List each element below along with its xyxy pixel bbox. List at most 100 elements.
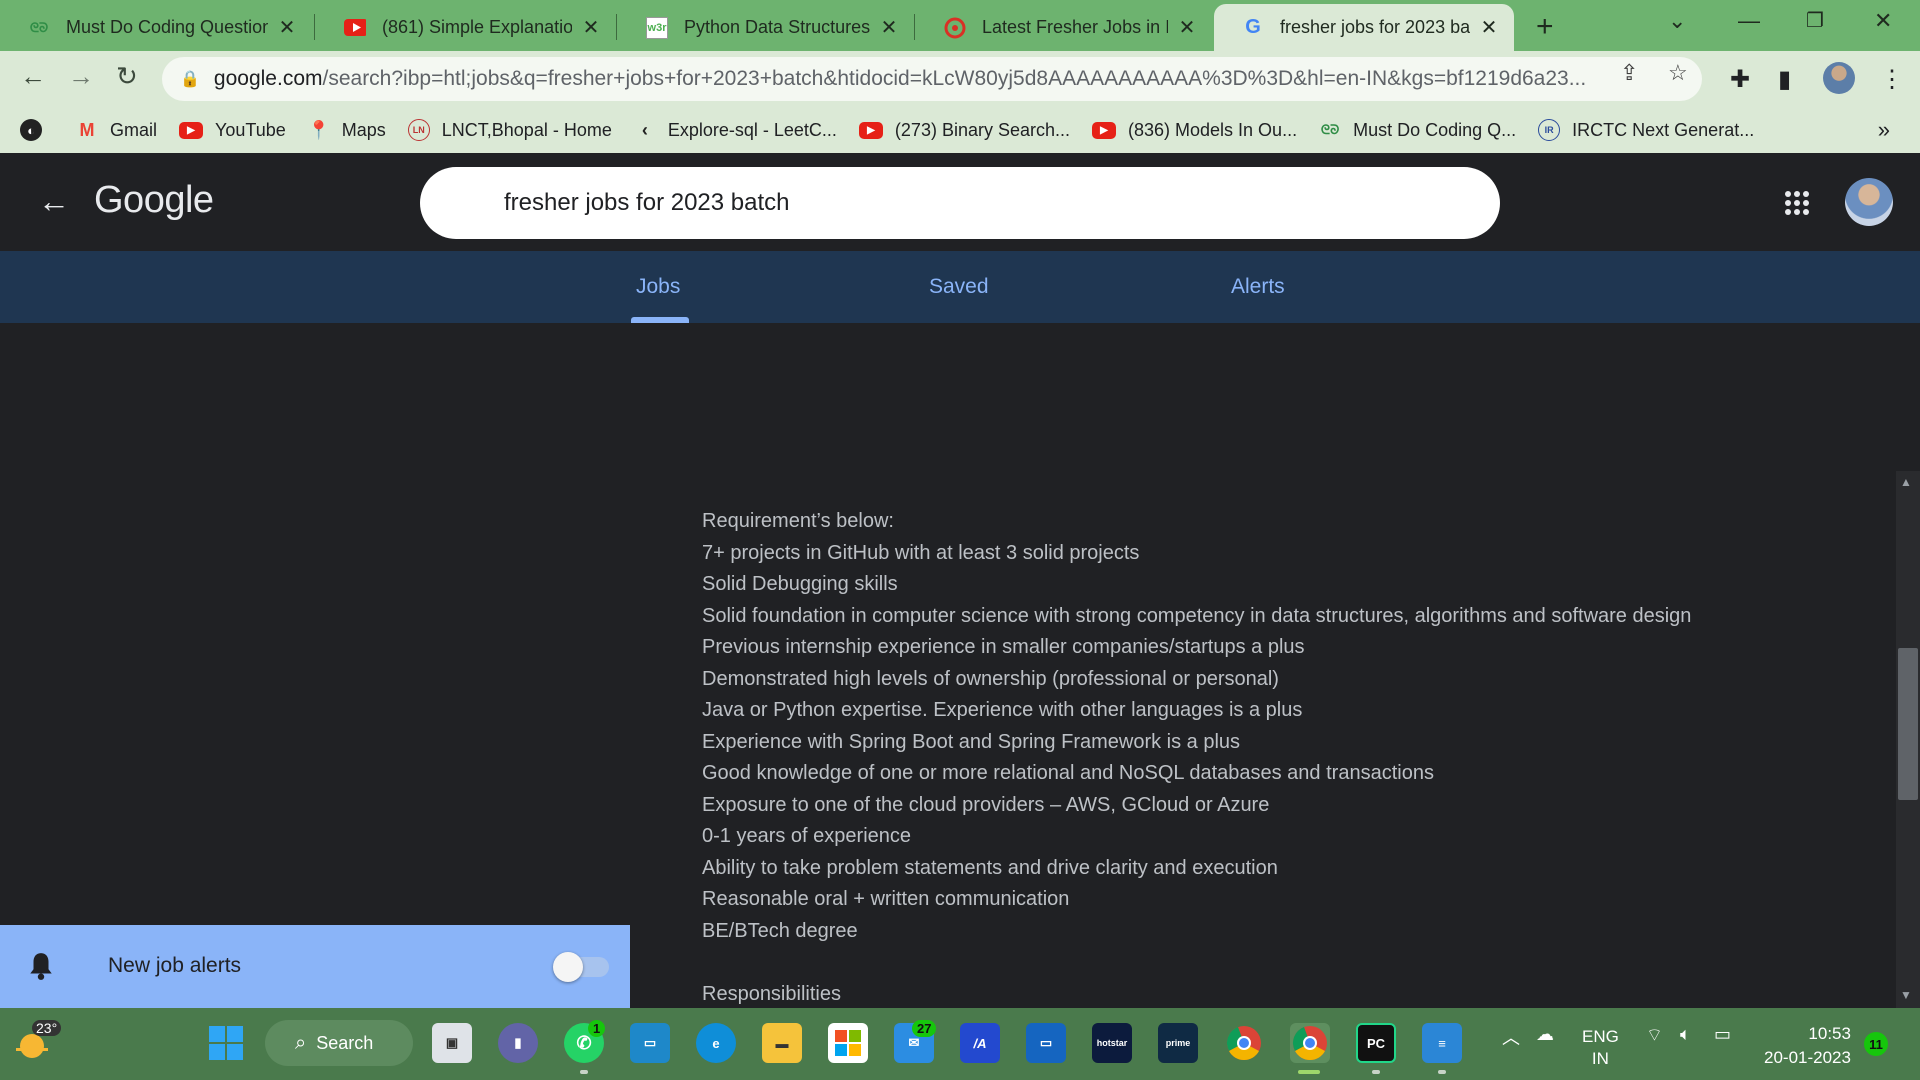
google-apps-icon[interactable] xyxy=(1785,191,1809,215)
tab-title: Must Do Coding Question xyxy=(66,17,268,37)
wifi-icon[interactable]: ⌔ xyxy=(1646,1024,1663,1047)
bookmark-star-icon[interactable]: ☆ xyxy=(1668,60,1688,86)
close-icon[interactable]: ✕ xyxy=(1176,15,1198,40)
fresher-jobs-icon xyxy=(944,17,966,39)
tab-saved[interactable]: Saved xyxy=(929,275,989,299)
close-window-button[interactable]: ✕ xyxy=(1874,8,1892,34)
taskbar-clock[interactable]: 10:53 20-01-2023 xyxy=(1764,1022,1851,1070)
desktop-icon[interactable]: ▭ xyxy=(630,1023,670,1063)
google-icon: G xyxy=(1245,16,1261,38)
share-icon[interactable]: ⇪ xyxy=(1620,60,1638,86)
extensions-icon[interactable]: ✚ xyxy=(1730,65,1750,94)
bookmark-youtube[interactable]: ▶ YouTube xyxy=(179,120,286,141)
job-detail-panel: Requirement’s below: 7+ projects in GitH… xyxy=(0,323,1920,1008)
forward-button[interactable]: → xyxy=(68,61,94,92)
back-button[interactable]: ← xyxy=(20,61,46,92)
bookmark-irctc[interactable]: IR IRCTC Next Generat... xyxy=(1538,119,1754,141)
address-bar[interactable]: 🔒 google.com/search?ibp=htl;jobs&q=fresh… xyxy=(162,57,1702,101)
windows-taskbar: 23° ⌕ Search ▣ ▮ ✆ 1 ▭ e ▬ ✉ 27 /A ▭ hots… xyxy=(0,1008,1920,1080)
requirement-item: Java or Python expertise. Experience wit… xyxy=(702,699,1303,721)
close-icon[interactable]: ✕ xyxy=(1478,15,1500,40)
battery-icon[interactable]: ▭ xyxy=(1714,1024,1731,1045)
region-code: IN xyxy=(1591,1049,1609,1068)
language-code: ENG xyxy=(1582,1027,1619,1046)
pycharm-icon[interactable]: PC xyxy=(1356,1023,1396,1063)
close-icon[interactable]: ✕ xyxy=(878,15,900,40)
bookmarks-overflow-icon[interactable]: » xyxy=(1878,117,1890,143)
tab-search-chevron-icon[interactable]: ⌄ xyxy=(1668,8,1686,34)
tab-latest-fresher-jobs[interactable]: Latest Fresher Jobs in Indi ✕ xyxy=(916,4,1212,51)
bookmark-gmail[interactable]: M Gmail xyxy=(76,119,158,141)
requirement-item: Good knowledge of one or more relational… xyxy=(702,762,1434,784)
disney-hotstar-icon[interactable]: hotstar xyxy=(1092,1023,1132,1063)
tab-gfg-coding[interactable]: ᘓᘐ Must Do Coding Question ✕ xyxy=(0,4,312,51)
google-logo[interactable]: Google xyxy=(94,179,214,222)
requirement-item: Reasonable oral + written communication xyxy=(702,888,1070,910)
tab-youtube-simple-explanation[interactable]: (861) Simple Explanation o ✕ xyxy=(316,4,616,51)
w3schools-icon: w3r xyxy=(646,16,668,39)
gfg-icon: ᘓᘐ xyxy=(1320,122,1340,137)
close-icon[interactable]: ✕ xyxy=(580,15,602,40)
tab-alerts[interactable]: Alerts xyxy=(1231,275,1285,299)
microsoft-store-icon[interactable] xyxy=(828,1023,868,1063)
menu-kebab-icon[interactable]: ⋮ xyxy=(1880,65,1904,94)
maps-icon: 📍 xyxy=(307,119,330,140)
bookmark-binary-search[interactable]: ▶ (273) Binary Search... xyxy=(858,120,1070,141)
gfg-icon: ᘓᘐ xyxy=(29,19,49,35)
language-indicator[interactable]: ENG IN xyxy=(1582,1026,1619,1070)
chrome-icon[interactable] xyxy=(1224,1023,1264,1063)
taskbar-search[interactable]: ⌕ Search xyxy=(265,1020,413,1066)
bookmark-maps[interactable]: 📍 Maps xyxy=(308,119,386,141)
bookmark-label: Maps xyxy=(341,119,386,140)
bookmark-label: Gmail xyxy=(110,119,158,140)
scroll-up-arrow-icon[interactable]: ▲ xyxy=(1900,475,1912,489)
scrollbar-thumb[interactable] xyxy=(1898,648,1918,800)
edge-icon[interactable]: e xyxy=(696,1023,736,1063)
bookmark-lnct[interactable]: LN LNCT,Bhopal - Home xyxy=(407,119,612,141)
teams-chat-icon[interactable]: ▮ xyxy=(498,1023,538,1063)
show-hidden-icons-chevron-icon[interactable]: ︿ xyxy=(1502,1024,1520,1050)
windows-start-icon[interactable] xyxy=(206,1023,246,1063)
toggle-knob[interactable] xyxy=(553,952,583,982)
task-view-icon[interactable]: ▣ xyxy=(432,1023,472,1063)
browser-tab-strip: ᘓᘐ Must Do Coding Question ✕ (861) Simpl… xyxy=(0,0,1920,51)
prime-video-icon[interactable]: prime xyxy=(1158,1023,1198,1063)
account-avatar[interactable] xyxy=(1845,178,1893,226)
scroll-down-arrow-icon[interactable]: ▼ xyxy=(1900,988,1912,1002)
tab-python-data-structures[interactable]: w3r Python Data Structures ar ✕ xyxy=(618,4,914,51)
side-panel-icon[interactable]: ▮ xyxy=(1778,65,1791,94)
minimize-button[interactable]: — xyxy=(1738,8,1760,34)
requirement-item: BE/BTech degree xyxy=(702,919,858,942)
job-alerts-toggle[interactable] xyxy=(553,952,609,982)
tab-title: Python Data Structures ar xyxy=(684,17,870,37)
bookmark-globe[interactable]: ◐ xyxy=(20,119,54,141)
bookmark-label: LNCT,Bhopal - Home xyxy=(441,119,612,140)
new-tab-button[interactable]: + xyxy=(1536,10,1554,44)
bookmark-label: YouTube xyxy=(215,119,286,140)
reload-button[interactable]: ↻ xyxy=(116,61,138,92)
tab-jobs[interactable]: Jobs xyxy=(636,275,680,299)
bookmark-models[interactable]: ▶ (836) Models In Ou... xyxy=(1092,120,1297,141)
onedrive-cloud-icon[interactable]: ☁ xyxy=(1536,1024,1554,1045)
url-text[interactable]: google.com/search?ibp=htl;jobs&q=fresher… xyxy=(214,67,1644,91)
bookmark-gfg[interactable]: ᘓᘐ Must Do Coding Q... xyxy=(1319,119,1516,141)
profile-avatar[interactable] xyxy=(1823,62,1855,94)
remote-desktop-icon[interactable]: ▭ xyxy=(1026,1023,1066,1063)
weather-temperature[interactable]: 23° xyxy=(32,1020,62,1036)
vs-code-like-icon[interactable]: /A xyxy=(960,1023,1000,1063)
youtube-icon: ▶ xyxy=(179,121,204,139)
bookmark-leetcode[interactable]: ‹ Explore-sql - LeetC... xyxy=(634,119,837,141)
close-icon[interactable]: ✕ xyxy=(276,15,298,40)
lock-icon[interactable]: 🔒 xyxy=(180,69,200,89)
file-explorer-icon[interactable]: ▬ xyxy=(762,1023,802,1063)
volume-icon[interactable]: 🔈︎ xyxy=(1680,1024,1691,1045)
restore-button[interactable]: ❐ xyxy=(1806,8,1824,33)
whatsapp-badge: 1 xyxy=(588,1020,606,1037)
back-arrow-icon[interactable]: ← xyxy=(38,183,70,220)
notepad-icon[interactable]: ≡ xyxy=(1422,1023,1462,1063)
notification-badge[interactable]: 11 xyxy=(1864,1032,1888,1056)
requirements-heading: Requirement’s below: xyxy=(702,510,894,532)
tab-google-jobs-active[interactable]: G fresher jobs for 2023 batc ✕ xyxy=(1214,4,1514,51)
search-input[interactable]: fresher jobs for 2023 batch xyxy=(420,167,1500,239)
chrome-profile-icon[interactable] xyxy=(1290,1023,1330,1063)
